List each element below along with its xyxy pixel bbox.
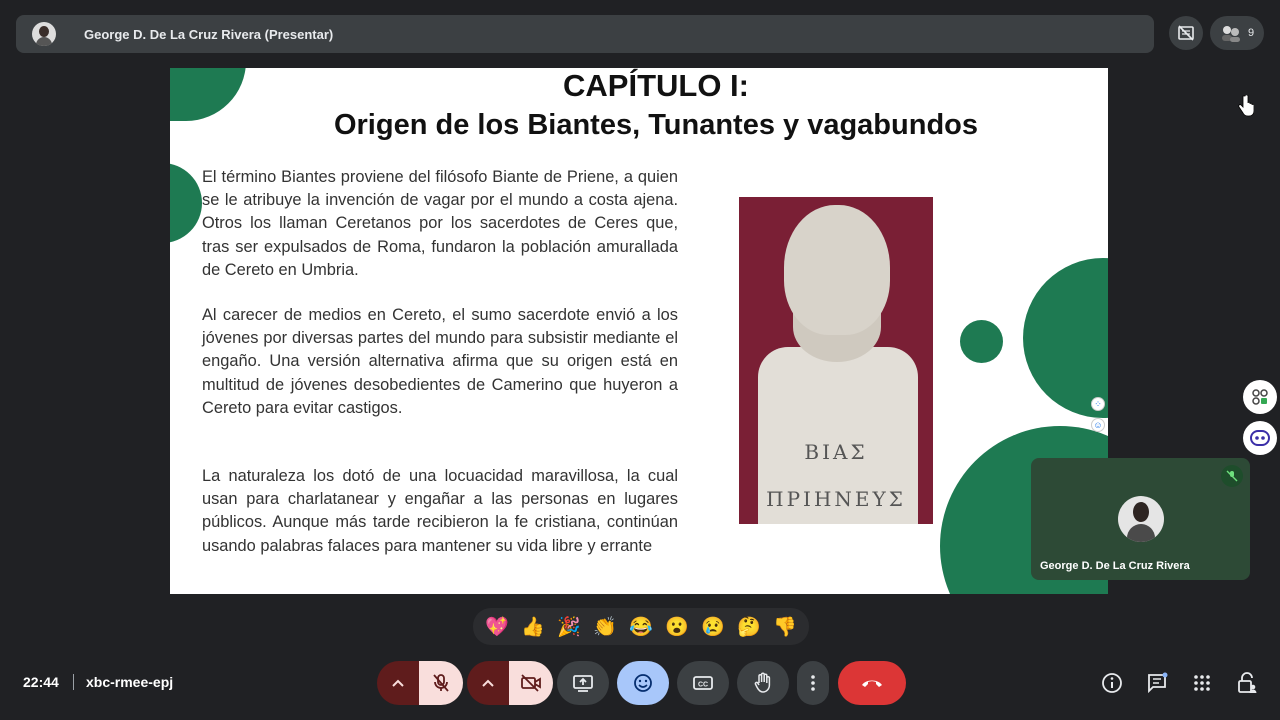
video-settings-button[interactable]	[467, 661, 509, 705]
bust-head	[784, 205, 890, 335]
apps-grid-icon	[1194, 675, 1210, 691]
raise-hand-icon	[754, 672, 771, 693]
meeting-code: xbc-rmee-epj	[86, 674, 174, 690]
self-mic-off-indicator	[1221, 465, 1243, 487]
present-screen-button[interactable]	[557, 661, 609, 705]
reaction-thinking[interactable]: 🤔	[734, 612, 764, 642]
mic-off-icon	[1226, 470, 1238, 482]
microphone-control	[377, 661, 463, 705]
chevron-up-icon	[482, 679, 494, 687]
meeting-time: 22:44	[23, 674, 59, 690]
hand-cursor-icon	[1238, 95, 1254, 117]
reaction-clap[interactable]: 👏	[590, 612, 620, 642]
hang-up-icon	[862, 680, 882, 687]
reaction-heart[interactable]: 💖	[482, 612, 512, 642]
decor-circle-small	[960, 320, 1003, 363]
activities-button[interactable]	[1243, 380, 1277, 414]
slide-paragraph-3: La naturaleza los dotó de una locuacidad…	[202, 467, 678, 555]
more-options-button[interactable]	[797, 661, 829, 705]
chat-button[interactable]	[1144, 670, 1170, 696]
decor-circle-right	[1023, 258, 1108, 418]
reaction-sad[interactable]: 😢	[698, 612, 728, 642]
lock-person-icon	[1238, 672, 1257, 693]
layout-toggle-button[interactable]	[1169, 16, 1203, 50]
chat-icon	[1148, 672, 1168, 694]
info-icon	[1102, 673, 1122, 693]
presenter-name: George D. De La Cruz Rivera (Presentar)	[84, 26, 334, 42]
presenter-avatar	[32, 22, 56, 46]
camera-toggle-button[interactable]	[509, 661, 553, 705]
activities-menu-button[interactable]	[1189, 670, 1215, 696]
audio-settings-button[interactable]	[377, 661, 419, 705]
svg-text:CC: CC	[698, 682, 708, 689]
reactions-bar: 💖 👍 🎉 👏 😂 😮 😢 🤔 👎	[473, 608, 809, 645]
participant-count: 9	[1247, 27, 1255, 39]
leave-call-button[interactable]	[838, 661, 906, 705]
meet-window: George D. De La Cruz Rivera (Presentar) …	[0, 0, 1280, 720]
people-icon	[1221, 26, 1240, 42]
hide-tile-icon	[1178, 25, 1194, 41]
bias-of-priene-bust-image: ΒΙΑΣ ΠΡΙΗΝΕΥΣ	[739, 197, 933, 524]
slide-overlay-apps-icon[interactable]: ⁘	[1091, 397, 1105, 411]
time-separator	[73, 674, 74, 690]
reaction-laugh[interactable]: 😂	[626, 612, 656, 642]
slide-paragraph-2: Al carecer de medios en Cereto, el sumo …	[202, 306, 678, 417]
camera-off-icon	[521, 674, 541, 692]
self-avatar	[1118, 496, 1164, 542]
camera-control	[467, 661, 553, 705]
mic-off-icon	[433, 674, 449, 692]
reaction-party[interactable]: 🎉	[554, 612, 584, 642]
raise-hand-button[interactable]	[737, 661, 789, 705]
self-view-tile[interactable]: George D. De La Cruz Rivera	[1031, 458, 1250, 580]
microphone-toggle-button[interactable]	[419, 661, 463, 705]
reaction-thumbs-up[interactable]: 👍	[518, 612, 548, 642]
presenter-bar: George D. De La Cruz Rivera (Presentar)	[16, 15, 1154, 53]
reaction-thumbs-down[interactable]: 👎	[770, 612, 800, 642]
participants-button[interactable]: 9	[1210, 16, 1264, 50]
self-view-name: George D. De La Cruz Rivera	[1040, 560, 1190, 572]
more-vert-icon	[811, 675, 815, 691]
reaction-surprised[interactable]: 😮	[662, 612, 692, 642]
present-screen-icon	[573, 675, 593, 692]
closed-captions-icon: CC	[693, 676, 713, 690]
robot-face-icon	[1250, 430, 1270, 446]
apps-grid-icon	[1252, 389, 1268, 405]
host-controls-button[interactable]	[1234, 670, 1260, 696]
chevron-up-icon	[392, 679, 404, 687]
slide-paragraph-1: El término Biantes proviene del filósofo…	[202, 168, 678, 279]
bust-inscription-name: ΒΙΑΣ	[804, 440, 868, 464]
slide-overlay-face-icon[interactable]: ☺	[1091, 418, 1105, 432]
slide-title-chapter: CAPÍTULO I:	[563, 68, 749, 103]
slide-title-subtitle: Origen de los Biantes, Tunantes y vagabu…	[333, 109, 979, 141]
decor-circle-left	[170, 163, 202, 243]
captions-button[interactable]: CC	[677, 661, 729, 705]
bust-inscription-place: ΠΡΙΗΝΕΥΣ	[766, 487, 906, 511]
companion-button[interactable]	[1243, 421, 1277, 455]
presentation-slide: CAPÍTULO I: Origen de los Biantes, Tunan…	[170, 68, 1108, 594]
meeting-details-button[interactable]	[1099, 670, 1125, 696]
emoji-reactions-button[interactable]	[617, 661, 669, 705]
emoji-smile-icon	[634, 674, 652, 692]
